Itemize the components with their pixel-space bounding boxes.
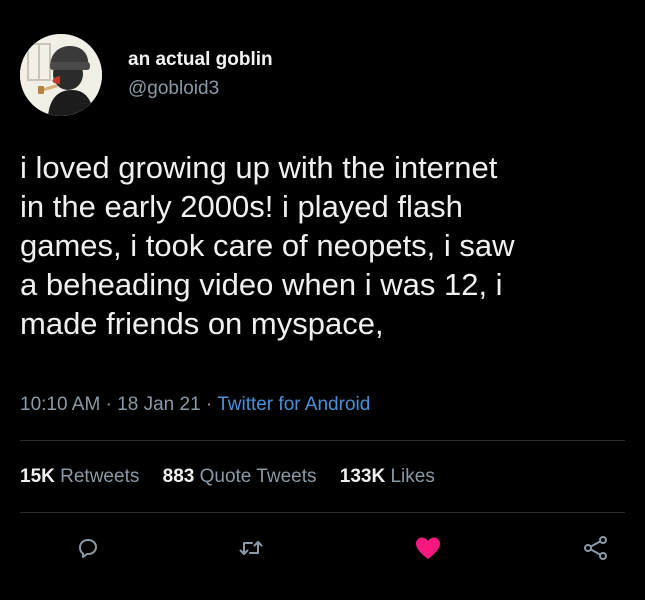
tweet-text-line: i loved growing up with the internet [20,150,498,185]
tweet-text-line: games, i took care of neopets, i saw [20,228,515,263]
quote-tweets-label: Quote Tweets [199,466,317,487]
share-button[interactable] [576,528,616,568]
tweet-card: an actual goblin @gobloid3 i loved growi… [0,0,645,600]
tweet-text-line: in the early 2000s! i played flash [20,189,463,224]
retweet-icon [239,541,263,555]
tweet-header: an actual goblin @gobloid3 [20,34,273,116]
divider [20,512,625,513]
retweets-stat[interactable]: 15K Retweets [20,466,145,487]
reply-icon [79,539,97,558]
like-button[interactable] [408,528,448,568]
tweet-date[interactable]: 18 Jan 21 [117,394,200,415]
goblin-avatar-icon [20,34,102,116]
retweets-count: 15K [20,466,55,487]
user-handle[interactable]: @gobloid3 [128,76,273,102]
retweets-label: Retweets [60,466,140,487]
divider [20,440,625,441]
tweet-time[interactable]: 10:10 AM [20,394,100,415]
meta-separator: · [105,394,112,415]
display-name[interactable]: an actual goblin [128,48,273,72]
tweet-stats: 15K Retweets 883 Quote Tweets 133K Likes [20,466,453,488]
user-names: an actual goblin @gobloid3 [128,48,273,102]
tweet-text-line: made friends on myspace, [20,306,384,341]
quote-tweets-stat[interactable]: 883 Quote Tweets [163,466,322,487]
tweet-actions [0,528,645,572]
avatar[interactable] [20,34,102,116]
tweet-text: i loved growing up with the internet in … [20,148,630,343]
likes-count: 133K [339,466,386,487]
meta-separator: · [205,394,213,415]
retweet-button[interactable] [231,528,271,568]
heart-icon [416,537,440,559]
tweet-text-line: a beheading video when i was 12, i [20,267,503,302]
share-icon [584,536,607,560]
reply-button[interactable] [68,528,108,568]
likes-label: Likes [390,466,435,487]
tweet-meta: 10:10 AM · 18 Jan 21 · Twitter for Andro… [20,394,370,416]
likes-stat[interactable]: 133K Likes [340,466,435,487]
quote-tweets-count: 883 [162,466,195,487]
tweet-source-link[interactable]: Twitter for Android [217,394,370,415]
